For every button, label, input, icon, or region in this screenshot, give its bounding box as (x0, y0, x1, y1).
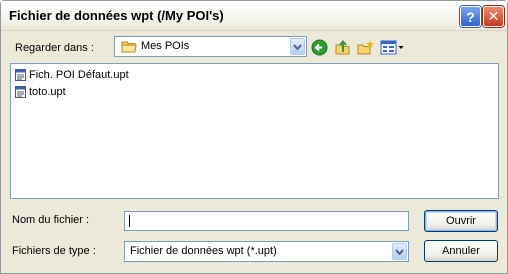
filetype-label: Fichiers de type : (12, 245, 96, 257)
view-menu-button[interactable] (379, 38, 405, 56)
chevron-down-icon (293, 43, 302, 50)
new-folder-icon (357, 39, 374, 54)
file-open-dialog: Fichier de données wpt (/My POI's) ? ✕ R… (0, 0, 508, 274)
lookin-dropdown-button[interactable] (290, 38, 305, 55)
close-button[interactable]: ✕ (483, 6, 504, 27)
file-list[interactable]: Fich. POI Défaut.upt toto.upt (10, 63, 499, 199)
filetype-dropdown-button[interactable] (392, 243, 407, 260)
cancel-button[interactable]: Annuler (424, 240, 498, 262)
cancel-button-label: Annuler (442, 245, 480, 257)
filetype-value: Fichier de données wpt (*.upt) (130, 245, 277, 257)
title-bar[interactable]: Fichier de données wpt (/My POI's) ? ✕ (1, 1, 507, 31)
lookin-value: Mes POIs (141, 40, 190, 52)
close-icon: ✕ (487, 8, 500, 24)
view-menu-icon (380, 40, 403, 54)
file-name: Fich. POI Défaut.upt (29, 68, 129, 81)
list-item[interactable]: toto.upt (15, 84, 66, 99)
file-icon (15, 68, 26, 81)
filetype-dropdown[interactable]: Fichier de données wpt (*.upt) (124, 241, 409, 262)
file-icon (15, 85, 26, 98)
up-folder-button[interactable] (333, 38, 351, 56)
up-folder-icon (335, 39, 349, 54)
dialog-title: Fichier de données wpt (/My POI's) (9, 8, 224, 23)
back-arrow-icon (311, 39, 327, 55)
open-button[interactable]: Ouvrir (424, 210, 498, 232)
filename-input[interactable] (124, 211, 409, 231)
list-item[interactable]: Fich. POI Défaut.upt (15, 67, 129, 82)
filename-label: Nom du fichier : (12, 214, 90, 226)
lookin-dropdown[interactable]: Mes POIs (114, 36, 307, 57)
file-name: toto.upt (29, 85, 66, 98)
help-button[interactable]: ? (460, 6, 481, 27)
folder-icon (121, 41, 137, 53)
lookin-label: Regarder dans : (15, 42, 94, 54)
back-button[interactable] (310, 38, 328, 56)
open-button-label: Ouvrir (446, 215, 476, 227)
help-icon: ? (466, 8, 475, 25)
text-caret (129, 215, 130, 227)
chevron-down-icon (395, 248, 404, 255)
new-folder-button[interactable] (356, 38, 374, 56)
